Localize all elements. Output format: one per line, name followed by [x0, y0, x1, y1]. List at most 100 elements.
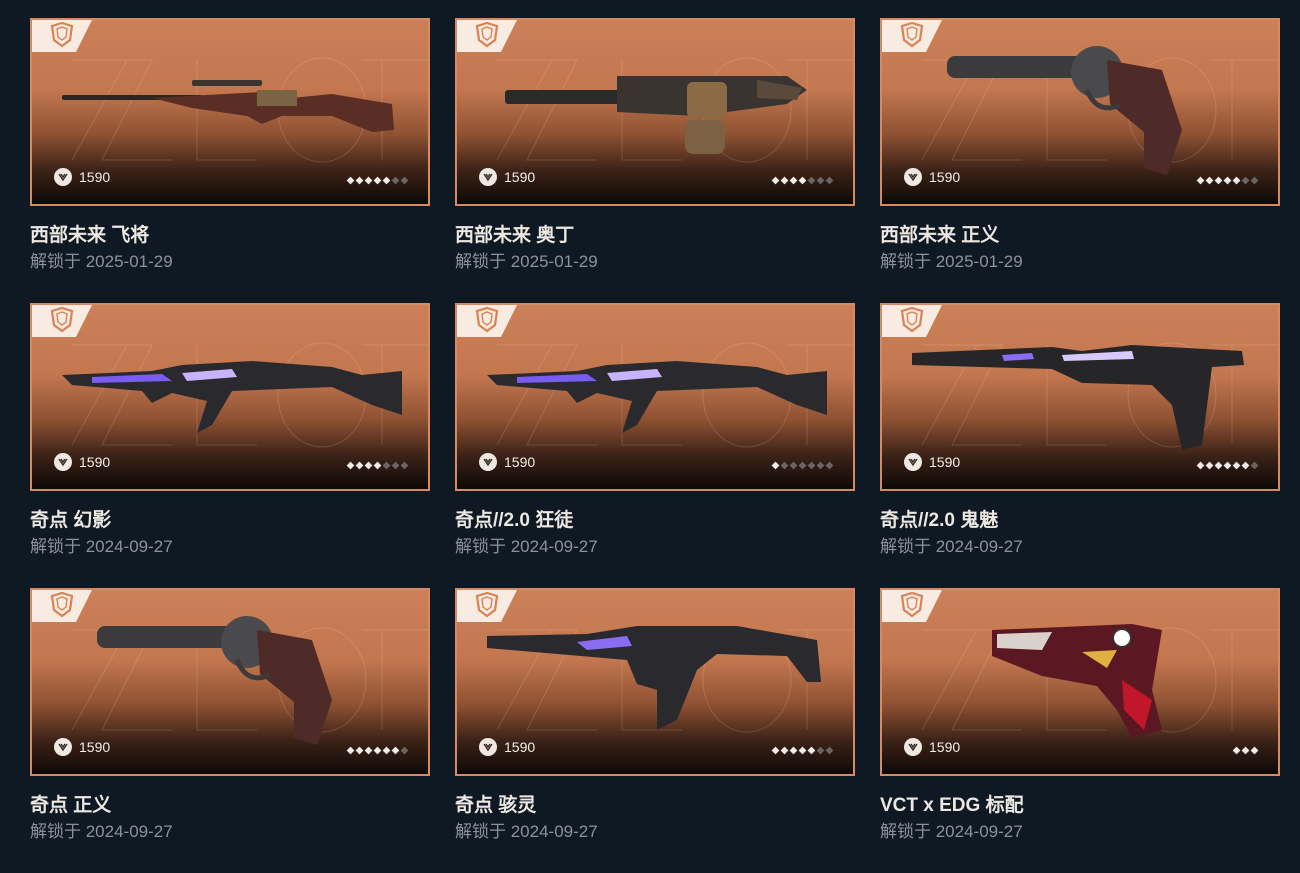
price-value: 1590	[79, 169, 111, 185]
level-diamond-icon	[1250, 461, 1259, 470]
price-value: 1590	[79, 739, 111, 755]
unlock-date: 解锁于 2025-01-29	[30, 252, 173, 271]
level-diamond-icon	[816, 461, 825, 470]
price: 1590	[479, 453, 535, 471]
skin-name: 西部未来 飞将	[30, 225, 150, 246]
level-diamond-icon	[346, 746, 355, 755]
level-diamond-icon	[373, 461, 382, 470]
level-diamond-icon	[1241, 461, 1250, 470]
skin-name: 奇点 骇灵	[455, 795, 537, 816]
price: 1590	[904, 168, 960, 186]
unlock-date: 解锁于 2024-09-27	[30, 822, 173, 841]
level-indicator	[1196, 176, 1259, 185]
level-diamond-icon	[1205, 461, 1214, 470]
price: 1590	[479, 168, 535, 186]
valorant-points-icon	[54, 738, 72, 756]
price-value: 1590	[929, 739, 961, 755]
level-diamond-icon	[1241, 746, 1250, 755]
level-diamond-icon	[771, 176, 780, 185]
skin-card[interactable]: 1590	[30, 588, 430, 776]
price: 1590	[904, 453, 960, 471]
skin-name: 奇点//2.0 狂徒	[455, 510, 574, 531]
level-diamond-icon	[373, 176, 382, 185]
valorant-points-icon	[904, 168, 922, 186]
level-diamond-icon	[364, 746, 373, 755]
level-diamond-icon	[1214, 176, 1223, 185]
level-diamond-icon	[400, 461, 409, 470]
level-diamond-icon	[807, 176, 816, 185]
skin-name: 奇点 幻影	[30, 510, 112, 531]
unlock-date: 解锁于 2024-09-27	[30, 537, 173, 556]
level-indicator	[1232, 746, 1259, 755]
level-diamond-icon	[391, 176, 400, 185]
skin-card[interactable]: 1590	[30, 303, 430, 491]
price: 1590	[904, 738, 960, 756]
skin-card[interactable]: 1590	[880, 18, 1280, 206]
valorant-points-icon	[54, 453, 72, 471]
skin-card[interactable]: 1590	[455, 18, 855, 206]
level-diamond-icon	[355, 746, 364, 755]
level-diamond-icon	[780, 176, 789, 185]
skin-card[interactable]: 1590	[30, 18, 430, 206]
level-diamond-icon	[771, 461, 780, 470]
price-value: 1590	[929, 454, 961, 470]
skin-card[interactable]: 1590	[880, 303, 1280, 491]
level-diamond-icon	[789, 461, 798, 470]
level-diamond-icon	[1196, 461, 1205, 470]
level-diamond-icon	[825, 176, 834, 185]
level-diamond-icon	[373, 746, 382, 755]
unlock-date: 解锁于 2024-09-27	[455, 822, 598, 841]
unlock-date: 解锁于 2025-01-29	[455, 252, 598, 271]
price-value: 1590	[929, 169, 961, 185]
level-diamond-icon	[780, 461, 789, 470]
level-diamond-icon	[816, 746, 825, 755]
level-diamond-icon	[391, 746, 400, 755]
level-diamond-icon	[346, 176, 355, 185]
level-diamond-icon	[789, 176, 798, 185]
skin-card[interactable]: 1590	[455, 588, 855, 776]
level-indicator	[771, 176, 834, 185]
skin-item-9: 1590 VCT x EDG 标配 解锁于 2024-09-27	[880, 588, 1280, 873]
level-indicator	[346, 461, 409, 470]
level-diamond-icon	[355, 176, 364, 185]
level-diamond-icon	[1241, 176, 1250, 185]
level-diamond-icon	[798, 746, 807, 755]
price-value: 1590	[504, 454, 536, 470]
level-indicator	[771, 461, 834, 470]
level-diamond-icon	[364, 176, 373, 185]
level-diamond-icon	[355, 461, 364, 470]
unlock-date: 解锁于 2024-09-27	[880, 537, 1023, 556]
level-diamond-icon	[816, 176, 825, 185]
price: 1590	[54, 453, 110, 471]
level-indicator	[346, 746, 409, 755]
level-indicator	[1196, 461, 1259, 470]
skin-item-3: 1590 西部未来 正义 解锁于 2025-01-29	[880, 18, 1280, 303]
valorant-points-icon	[479, 453, 497, 471]
level-diamond-icon	[346, 461, 355, 470]
level-diamond-icon	[1205, 176, 1214, 185]
skin-card[interactable]: 1590	[455, 303, 855, 491]
level-diamond-icon	[1232, 176, 1241, 185]
price-value: 1590	[79, 454, 111, 470]
level-diamond-icon	[780, 746, 789, 755]
level-diamond-icon	[382, 461, 391, 470]
level-diamond-icon	[798, 176, 807, 185]
level-indicator	[346, 176, 409, 185]
level-diamond-icon	[400, 176, 409, 185]
level-diamond-icon	[400, 746, 409, 755]
skin-card[interactable]: 1590	[880, 588, 1280, 776]
skin-item-1: 1590 西部未来 飞将 解锁于 2025-01-29	[30, 18, 430, 303]
skin-name: VCT x EDG 标配	[880, 795, 1024, 816]
price: 1590	[479, 738, 535, 756]
level-diamond-icon	[1223, 176, 1232, 185]
level-diamond-icon	[1250, 746, 1259, 755]
skin-item-6: 1590 奇点//2.0 鬼魅 解锁于 2024-09-27	[880, 303, 1280, 588]
skin-name: 奇点//2.0 鬼魅	[880, 510, 999, 531]
price: 1590	[54, 168, 110, 186]
skin-item-5: 1590 奇点//2.0 狂徒 解锁于 2024-09-27	[455, 303, 855, 588]
level-diamond-icon	[364, 461, 373, 470]
skin-item-8: 1590 奇点 骇灵 解锁于 2024-09-27	[455, 588, 855, 873]
valorant-points-icon	[54, 168, 72, 186]
level-diamond-icon	[807, 461, 816, 470]
price-value: 1590	[504, 169, 536, 185]
